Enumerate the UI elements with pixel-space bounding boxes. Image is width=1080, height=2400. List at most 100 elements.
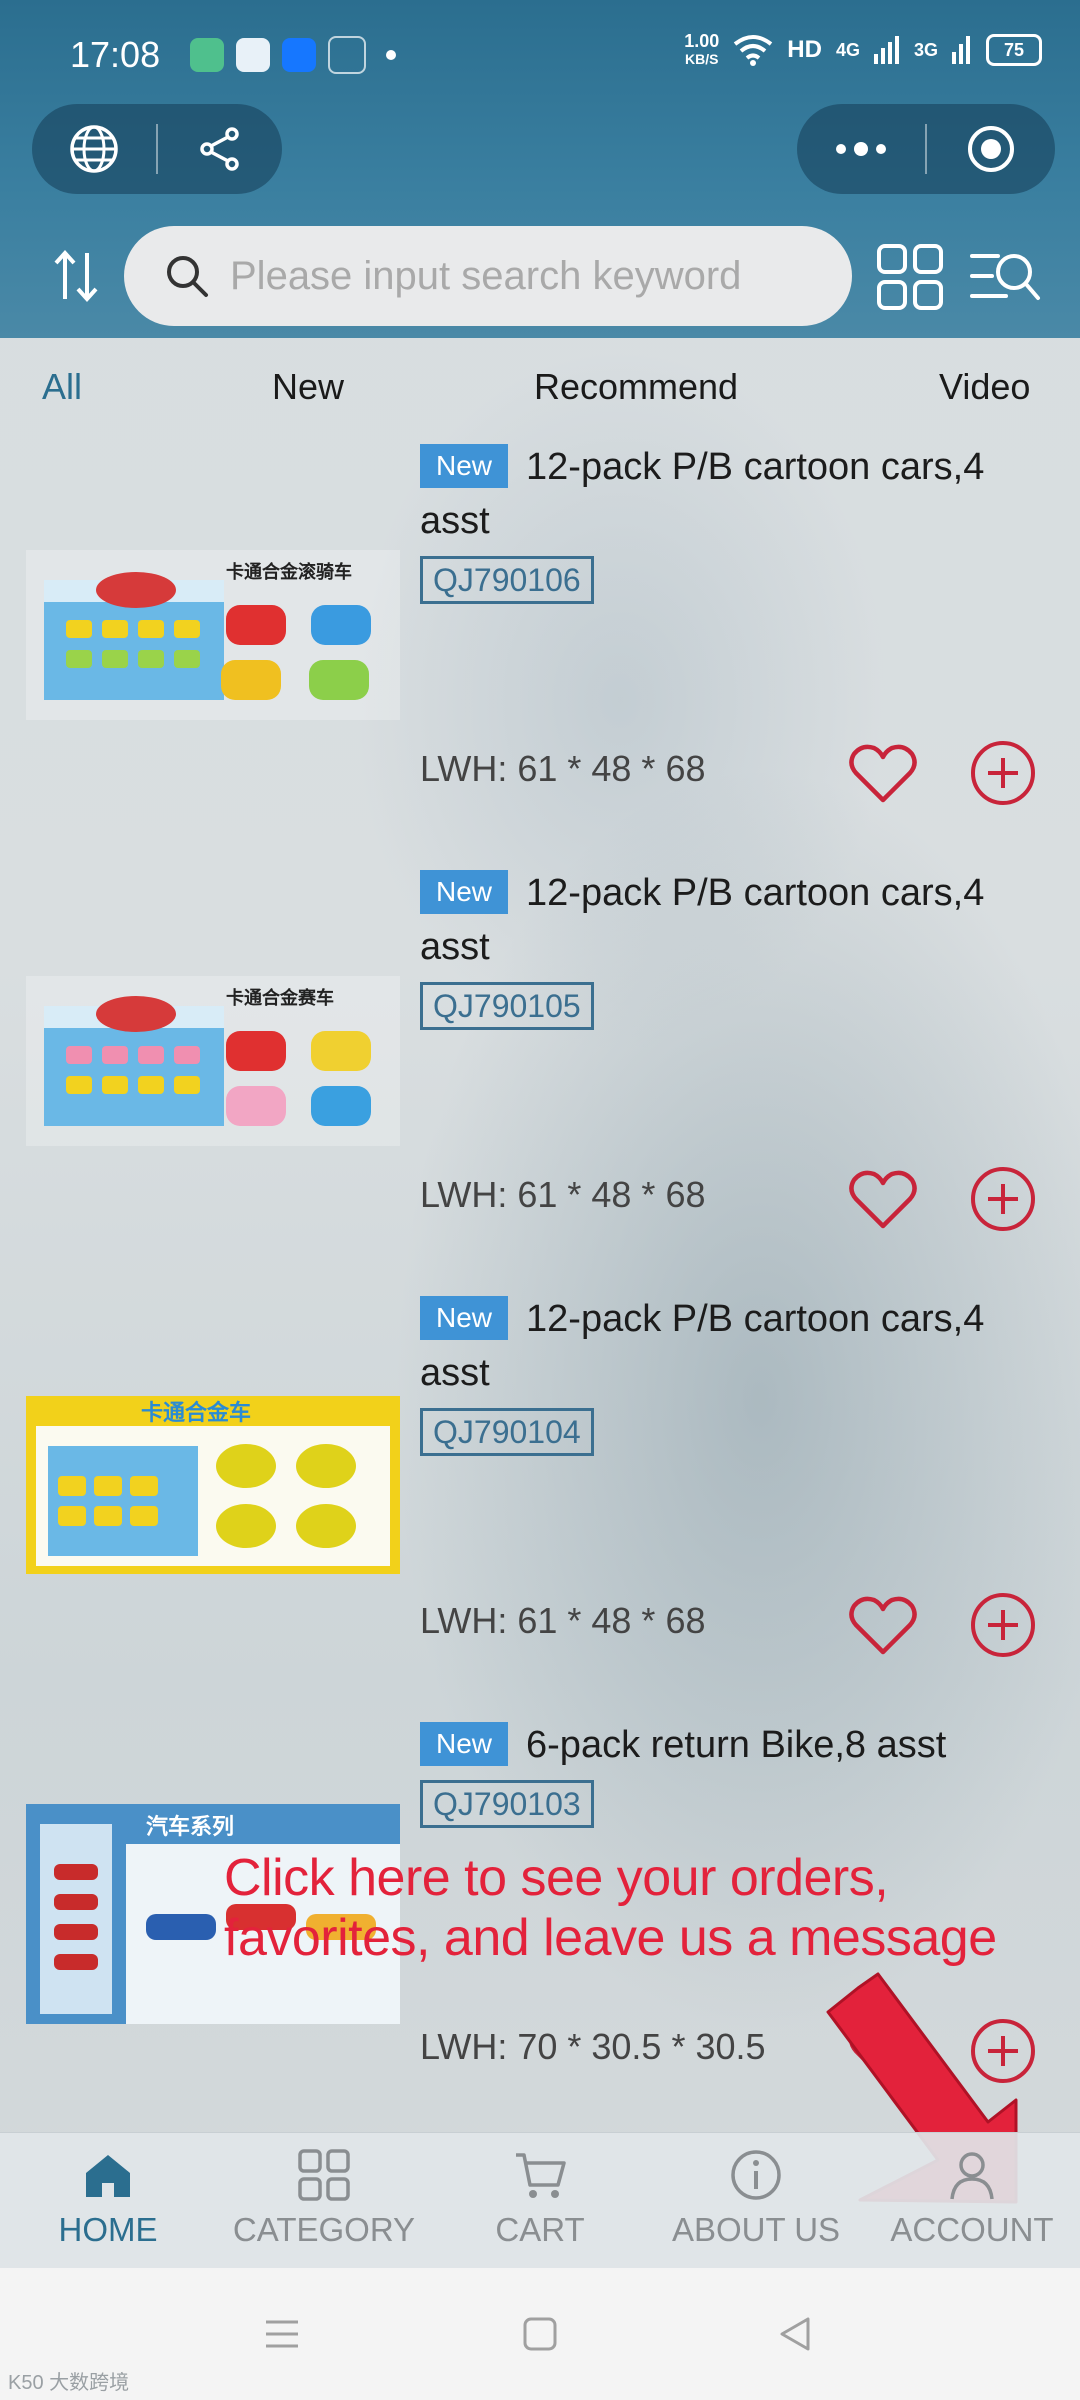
status-bar: 17:08 1.00 KB/S HD 4G 3G 75 — [0, 28, 1080, 78]
tab-new[interactable]: New — [272, 366, 344, 408]
system-navigation-bar — [0, 2268, 1080, 2400]
sort-arrows-icon — [54, 250, 98, 302]
globe-icon — [70, 125, 118, 173]
favorite-heart-icon[interactable] — [848, 1594, 918, 1658]
favorite-heart-icon[interactable] — [848, 1168, 918, 1232]
product-title[interactable]: 6-pack return Bike,8 asst — [526, 1724, 946, 1766]
toy-car-box-image: 卡通合金滚骑车 — [44, 561, 371, 700]
app-notification-icon — [190, 38, 224, 72]
tab-label: HOME — [58, 2211, 158, 2248]
product-title-row: New 12-pack P/B cartoon cars,4 asst — [420, 866, 1040, 974]
svg-text:卡通合金滚骑车: 卡通合金滚骑车 — [226, 561, 352, 583]
battery-indicator: 75 — [986, 34, 1042, 66]
product-dimensions: LWH: 61 * 48 * 68 — [420, 1174, 706, 1215]
more-notifications-dot — [386, 50, 396, 60]
tab-video[interactable]: Video — [939, 366, 1030, 408]
product-sku: QJ790106 — [420, 556, 594, 604]
tab-all[interactable]: All — [42, 366, 82, 408]
product-title-row: New 12-pack P/B cartoon cars,4 asst — [420, 1292, 1040, 1400]
toy-car-box-image: 卡通合金赛车 — [44, 987, 371, 1126]
svg-text:卡通合金车: 卡通合金车 — [141, 1400, 251, 1426]
product-dimensions: LWH: 70 * 30.5 * 30.5 — [420, 2026, 766, 2067]
add-to-cart-plus-icon[interactable] — [968, 738, 1038, 808]
filter-search-icon[interactable] — [968, 242, 1042, 312]
back-triangle-icon[interactable] — [776, 2314, 816, 2354]
tab-label: CART — [495, 2211, 585, 2248]
tab-category[interactable]: CATEGORY — [216, 2147, 432, 2269]
app-notification-icon — [328, 36, 366, 74]
status-time: 17:08 — [70, 34, 161, 75]
new-badge: New — [420, 1722, 509, 1766]
product-card[interactable]: 卡通合金滚骑车 New 12-pack P/B cartoon cars,4 as… — [0, 440, 1080, 866]
account-icon — [950, 2152, 994, 2200]
search-icon — [167, 256, 208, 297]
share-button[interactable] — [158, 104, 282, 194]
tab-account[interactable]: ACCOUNT — [864, 2147, 1080, 2269]
alipay-notification-icon — [282, 38, 316, 72]
category-icon — [298, 2149, 350, 2201]
search-bar[interactable] — [124, 226, 852, 326]
add-to-cart-plus-icon[interactable] — [968, 1164, 1038, 1234]
tab-about-us[interactable]: ABOUT US — [648, 2147, 864, 2269]
product-sku: QJ790104 — [420, 1408, 594, 1456]
product-card[interactable]: 卡通合金赛车 New 12-pack P/B cartoon cars,4 ass… — [0, 866, 1080, 1292]
favorite-heart-icon[interactable] — [848, 742, 918, 806]
product-info: New 12-pack P/B cartoon cars,4 asst QJ790… — [420, 440, 1040, 604]
new-badge: New — [420, 1296, 509, 1340]
signal-4g-label: 4G — [835, 39, 860, 60]
product-image[interactable]: 卡通合金赛车 — [26, 976, 400, 1146]
language-button[interactable] — [32, 104, 156, 194]
filter-tabs: All New Recommend Video — [0, 358, 1080, 418]
signal-icon — [873, 36, 899, 64]
home-icon — [86, 2155, 130, 2197]
sort-button[interactable] — [46, 246, 106, 306]
tab-label: CATEGORY — [232, 2211, 416, 2248]
share-icon — [200, 127, 239, 171]
product-title-row: New 6-pack return Bike,8 asst — [420, 1718, 1040, 1772]
signal-3g-label: 3G — [913, 39, 938, 60]
product-dimensions: LWH: 61 * 48 * 68 — [420, 748, 706, 789]
home-square-icon[interactable] — [520, 2314, 560, 2354]
product-info: New 12-pack P/B cartoon cars,4 asst QJ790… — [420, 1292, 1040, 1456]
more-options-button[interactable] — [797, 104, 925, 194]
status-right: 1.00 KB/S HD 4G 3G 75 — [684, 32, 1042, 68]
target-close-icon — [968, 126, 1014, 172]
wifi-icon — [734, 35, 773, 66]
add-to-cart-plus-icon[interactable] — [968, 1590, 1038, 1660]
toy-car-box-image: 卡通合金车 — [26, 1396, 400, 1574]
product-card[interactable]: 卡通合金车 New 12-pack P/B cartoon cars,4 asst… — [0, 1292, 1080, 1718]
annotation-line: favorites, and leave us a message — [224, 1909, 997, 1967]
product-title-row: New 12-pack P/B cartoon cars,4 asst — [420, 440, 1040, 548]
speed-unit: KB/S — [685, 51, 719, 67]
grid-view-icon[interactable] — [875, 242, 945, 312]
close-miniprogram-button[interactable] — [927, 104, 1055, 194]
watermark-text: K50 大数跨境 — [8, 2372, 130, 2394]
product-sku: QJ790103 — [420, 1780, 594, 1828]
app-notification-icon — [236, 38, 270, 72]
product-sku: QJ790105 — [420, 982, 594, 1030]
product-image[interactable]: 卡通合金车 — [26, 1396, 400, 1574]
more-dots-icon — [836, 142, 886, 156]
search-input[interactable] — [228, 252, 812, 300]
notification-icons — [190, 36, 396, 74]
product-info: New 6-pack return Bike,8 asst QJ790103 — [420, 1718, 1040, 1828]
tab-recommend[interactable]: Recommend — [534, 366, 738, 408]
tab-label: ACCOUNT — [890, 2211, 1054, 2248]
product-info: New 12-pack P/B cartoon cars,4 asst QJ790… — [420, 866, 1040, 1030]
cart-icon — [516, 2153, 566, 2198]
network-hd-label: HD — [787, 36, 822, 63]
new-badge: New — [420, 444, 509, 488]
miniprogram-capsule — [797, 104, 1055, 194]
product-image[interactable]: 卡通合金滚骑车 — [26, 550, 400, 720]
app-header: 17:08 1.00 KB/S HD 4G 3G 75 Please input… — [0, 0, 1080, 338]
signal-icon — [952, 36, 970, 64]
speed-value: 1.00 — [684, 31, 720, 51]
tab-home[interactable]: HOME — [0, 2147, 216, 2269]
account-hint-annotation: Click here to see your orders, favorites… — [224, 1848, 1044, 1968]
annotation-line: Click here to see your orders, — [224, 1849, 889, 1907]
menu-icon[interactable] — [262, 2314, 302, 2354]
tab-label: ABOUT US — [671, 2211, 841, 2248]
tab-cart[interactable]: CART — [432, 2147, 648, 2269]
info-icon — [731, 2150, 781, 2200]
svg-text:汽车系列: 汽车系列 — [146, 1814, 234, 1840]
